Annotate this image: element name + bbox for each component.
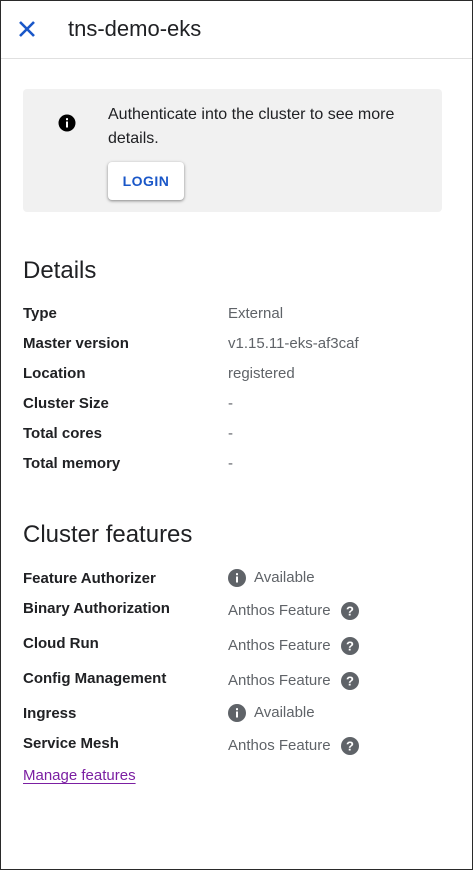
feature-value-ingress: Available [228,703,315,723]
detail-value-location: registered [228,365,295,382]
detail-label-total-cores: Total cores [23,425,102,442]
auth-message: Authenticate into the cluster to see mor… [108,106,395,147]
panel-header: tns-demo-eks [1,1,472,59]
details-heading: Details [23,257,97,284]
info-icon [228,569,246,587]
feature-value-binary-authorization: Anthos Feature ? [228,601,359,621]
detail-value-master-version: v1.15.11-eks-af3caf [228,335,359,352]
auth-banner: Authenticate into the cluster to see mor… [23,89,442,212]
feature-label-ingress: Ingress [23,705,77,722]
feature-label-service-mesh: Service Mesh [23,735,119,752]
detail-value-total-cores: - [228,425,233,442]
feature-label-cloud-run: Cloud Run [23,635,99,652]
feature-label-feature-authorizer: Feature Authorizer [23,570,156,587]
feature-status: Available [254,569,315,586]
help-icon[interactable]: ? [340,737,359,755]
cluster-features-heading: Cluster features [23,521,193,548]
help-icon[interactable]: ? [340,637,359,655]
svg-text:?: ? [346,674,354,689]
detail-value-total-memory: - [228,455,233,472]
login-button[interactable]: LOGIN [108,162,184,200]
feature-status: Anthos Feature [228,602,331,619]
page-title: tns-demo-eks [68,16,202,41]
feature-label-binary-authorization: Binary Authorization [23,600,170,617]
detail-label-master-version: Master version [23,335,129,352]
detail-value-cluster-size: - [228,395,233,412]
close-icon [19,21,35,37]
info-icon [228,704,246,722]
help-icon[interactable]: ? [340,672,359,690]
detail-label-location: Location [23,365,86,382]
svg-text:?: ? [346,639,354,654]
close-button[interactable] [13,15,41,43]
feature-status: Available [254,704,315,721]
cluster-details-panel: tns-demo-eks Authenticate into the clust… [0,0,473,870]
help-icon[interactable]: ? [340,602,359,620]
detail-label-cluster-size: Cluster Size [23,395,109,412]
svg-text:?: ? [346,604,354,619]
manage-features-link[interactable]: Manage features [23,767,136,784]
feature-value-cloud-run: Anthos Feature ? [228,636,359,656]
svg-text:?: ? [346,739,354,754]
feature-status: Anthos Feature [228,672,331,689]
feature-label-config-management: Config Management [23,670,167,687]
feature-value-config-management: Anthos Feature ? [228,671,359,691]
detail-value-type: External [228,305,284,322]
info-icon [58,114,76,132]
detail-label-total-memory: Total memory [23,455,121,472]
feature-value-service-mesh: Anthos Feature ? [228,736,359,756]
detail-label-type: Type [23,305,57,322]
feature-status: Anthos Feature [228,737,331,754]
feature-value-feature-authorizer: Available [228,568,315,588]
feature-status: Anthos Feature [228,637,331,654]
